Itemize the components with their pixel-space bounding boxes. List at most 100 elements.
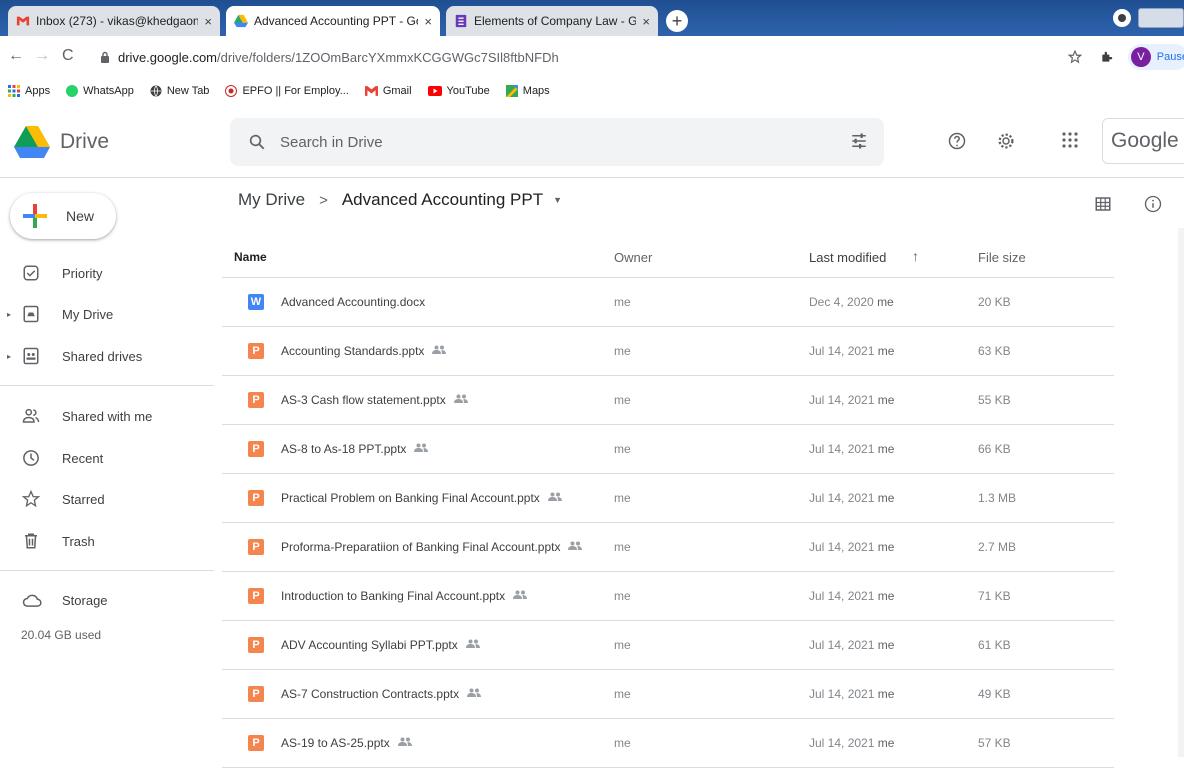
drive-logo[interactable]: Drive [14,126,109,158]
file-row[interactable]: P Proforma-Preparatiion of Banking Final … [222,523,1114,572]
grid-view-icon[interactable] [1094,195,1112,213]
file-owner: me [614,687,631,701]
file-size: 63 KB [978,344,1011,358]
settings-gear-icon[interactable] [997,132,1015,150]
file-name[interactable]: Introduction to Banking Final Account.pp… [281,589,528,603]
modified-by: me [877,736,895,750]
file-row[interactable]: P AS-19 to AS-25.pptx me Jul 14, 2021 me 57 … [222,719,1114,768]
file-row[interactable]: P Accounting Standards.pptx me Jul 14, 2021… [222,327,1114,376]
help-icon[interactable] [948,132,966,150]
sidebar-item-storage[interactable]: Storage [0,583,220,617]
file-name[interactable]: Practical Problem on Banking Final Accou… [281,491,562,505]
file-row[interactable]: P AS-8 to As-18 PPT.pptx me Jul 14, 2021 me… [222,425,1114,474]
back-arrow-icon[interactable]: ← [8,47,24,65]
column-name[interactable]: Name [234,250,267,264]
file-last-modified: Jul 14, 2021 me [809,638,894,652]
profile-button[interactable]: V Pause [1128,44,1184,70]
powerpoint-icon: P [248,539,264,555]
forward-arrow-icon[interactable]: → [34,47,50,65]
file-row[interactable]: P ADV Accounting Syllabi PPT.pptx me Jul 14… [222,621,1114,670]
file-name[interactable]: Accounting Standards.pptx [281,344,447,358]
storage-used-text: 20.04 GB used [21,628,102,642]
expand-caret-icon[interactable]: ▸ [7,310,11,319]
scrollbar[interactable] [1178,228,1184,757]
file-name[interactable]: AS-7 Construction Contracts.pptx [281,687,482,701]
new-button[interactable]: New [10,193,116,239]
caret-down-icon[interactable]: ▼ [553,195,562,205]
url-field[interactable]: drive.google.com/drive/folders/1ZOOmBarc… [100,42,1060,72]
close-icon[interactable]: × [204,14,212,29]
expand-caret-icon[interactable]: ▸ [7,352,11,361]
file-row[interactable]: W Advanced Accounting.docx me Dec 4, 2020 m… [222,278,1114,327]
modified-by: me [877,295,894,309]
file-name[interactable]: ADV Accounting Syllabi PPT.pptx [281,638,480,652]
sidebar-item-trash[interactable]: Trash [0,524,220,558]
tab-gmail-inbox[interactable]: Inbox (273) - vikas@khedgaonco × [8,6,220,36]
cloud-icon [22,594,42,607]
bookmark-whatsapp[interactable]: WhatsApp [66,85,134,97]
whatsapp-icon [66,85,79,97]
file-name-text: AS-19 to AS-25.pptx [281,736,390,750]
minimize-button[interactable] [1138,8,1184,28]
drive-header: Drive Google [0,104,1184,178]
search-input[interactable] [280,133,800,151]
tab-company-law[interactable]: Elements of Company Law - Goo × [446,6,658,36]
bookmark-maps[interactable]: Maps [505,85,550,97]
google-account-button[interactable]: Google [1102,118,1184,164]
reload-icon[interactable]: C [62,47,74,65]
file-owner: me [614,736,631,750]
sort-arrow-icon[interactable]: ↑ [912,248,919,264]
profile-menu-icon[interactable] [1112,8,1132,28]
chevron-right-icon: > [319,191,328,209]
search-options-icon[interactable] [850,132,868,150]
modified-by: me [877,638,895,652]
file-name-text: Proforma-Preparatiion of Banking Final A… [281,540,561,554]
file-last-modified: Dec 4, 2020 me [809,295,894,309]
file-row[interactable]: P Introduction to Banking Final Account.p… [222,572,1114,621]
breadcrumb-root[interactable]: My Drive [238,190,305,210]
file-row[interactable]: P AS-7 Construction Contracts.pptx me Jul 1… [222,670,1114,719]
search-icon[interactable] [248,133,266,151]
bookmark-epfo[interactable]: EPFO || For Employ... [225,85,349,97]
sidebar-item-priority[interactable]: Priority [0,256,220,290]
extensions-icon[interactable] [1100,50,1114,64]
file-owner: me [614,540,631,554]
modified-date: Jul 14, 2021 [809,393,875,407]
file-name[interactable]: Proforma-Preparatiion of Banking Final A… [281,540,583,554]
maps-icon [505,85,518,97]
file-row[interactable]: P Practical Problem on Banking Final Acco… [222,474,1114,523]
column-owner[interactable]: Owner [614,250,652,265]
bookmark-apps[interactable]: Apps [8,85,50,97]
info-icon[interactable] [1144,195,1162,213]
bookmark-gmail[interactable]: Gmail [364,85,412,97]
file-name[interactable]: AS-19 to AS-25.pptx [281,736,412,750]
modified-by: me [877,491,895,505]
priority-icon [23,265,39,281]
bookmark-youtube[interactable]: YouTube [427,85,490,97]
powerpoint-icon: P [248,686,264,702]
sidebar-item-shared-drives[interactable]: ▸ Shared drives [0,339,220,373]
breadcrumb-current[interactable]: Advanced Accounting PPT [342,190,543,210]
file-name[interactable]: AS-3 Cash flow statement.pptx [281,393,468,407]
bookmark-new-tab[interactable]: New Tab [150,85,209,97]
file-name[interactable]: Advanced Accounting.docx [281,295,425,309]
bookmark-star-icon[interactable] [1068,50,1082,64]
column-file-size[interactable]: File size [978,250,1026,265]
file-list-header: Name Owner Last modified ↑ File size [222,240,1114,278]
sidebar-item-recent[interactable]: Recent [0,441,220,475]
new-tab-button[interactable]: + [666,10,688,32]
file-name[interactable]: AS-8 to As-18 PPT.pptx [281,442,429,456]
close-icon[interactable]: × [424,14,432,29]
search-bar[interactable] [230,118,884,166]
sidebar-item-shared-with-me[interactable]: Shared with me [0,399,220,433]
column-last-modified[interactable]: Last modified [809,250,886,265]
file-last-modified: Jul 14, 2021 me [809,540,894,554]
tab-advanced-accounting[interactable]: Advanced Accounting PPT - Goo × [226,6,440,36]
close-icon[interactable]: × [642,14,650,29]
sidebar-item-starred[interactable]: Starred [0,482,220,516]
sidebar-item-my-drive[interactable]: ▸ My Drive [0,297,220,331]
google-apps-icon[interactable] [1062,132,1078,148]
file-row[interactable]: P AS-3 Cash flow statement.pptx me Jul 14, … [222,376,1114,425]
tab-title: Inbox (273) - vikas@khedgaonco [36,14,199,28]
shared-people-icon [432,344,447,358]
